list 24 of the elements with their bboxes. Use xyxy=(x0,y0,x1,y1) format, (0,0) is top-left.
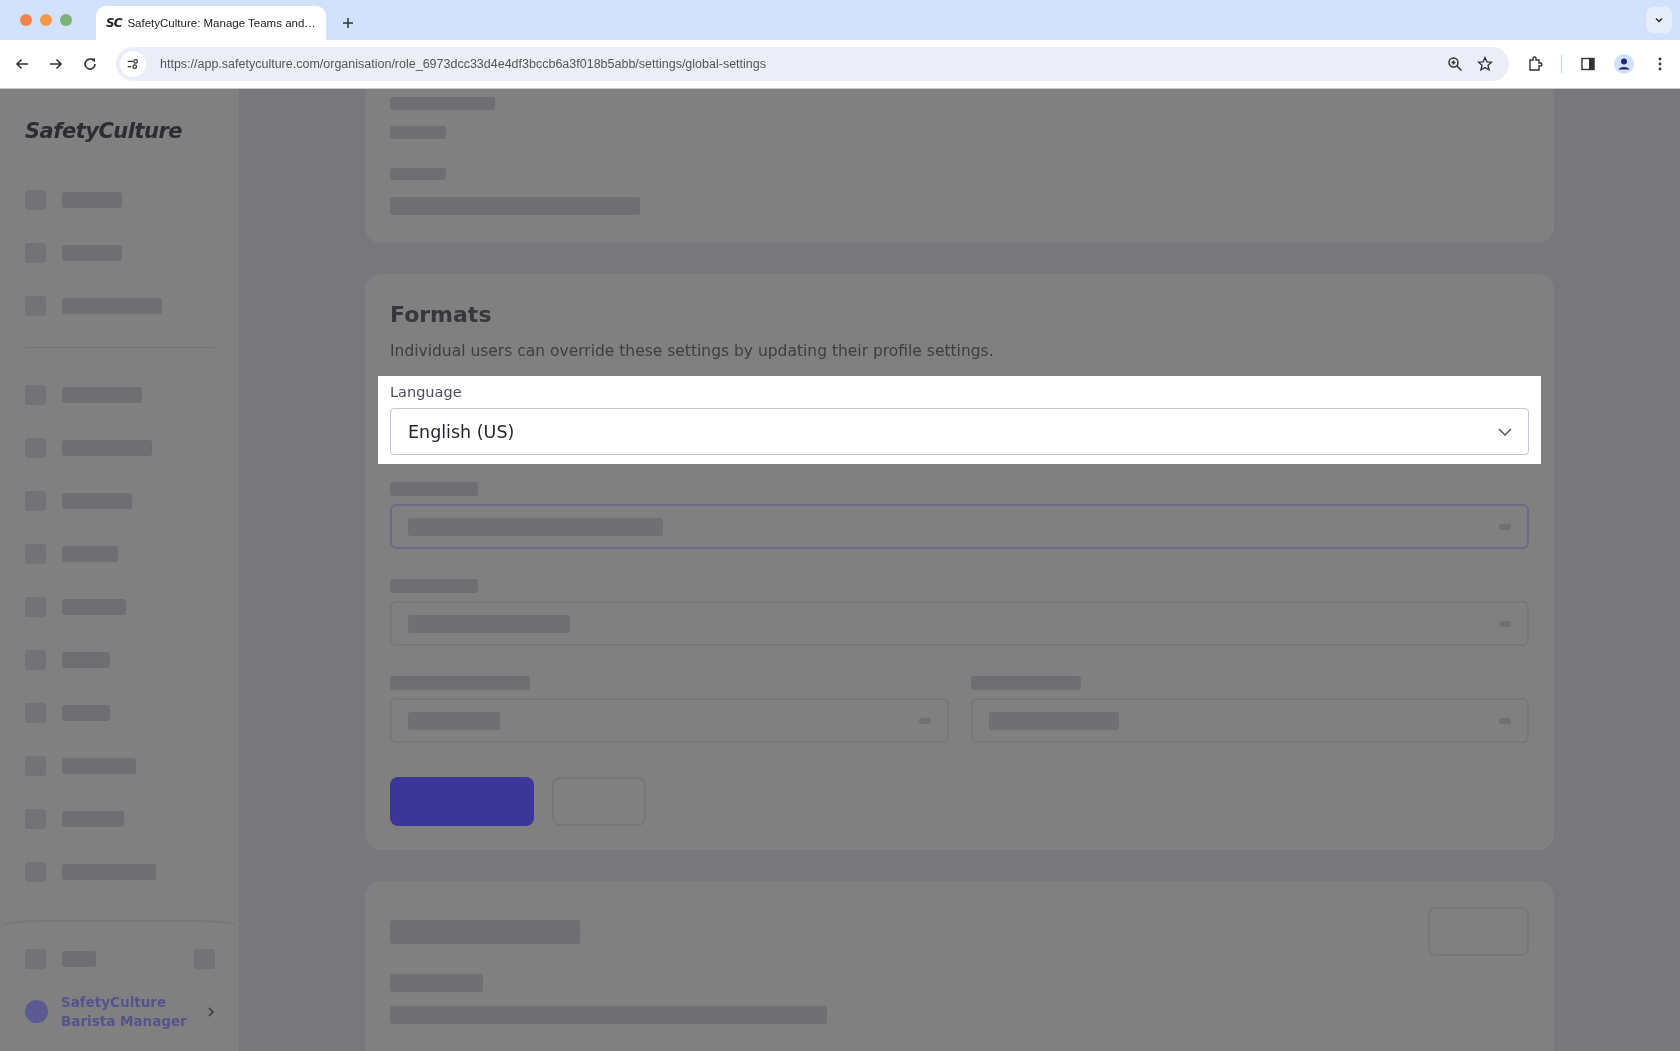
field-label: Language xyxy=(390,384,463,400)
section-description: Individual users can override these settings by updating their profile settings. xyxy=(390,342,994,360)
tab-title: SafetyCulture: Manage Teams and… xyxy=(127,17,316,29)
logo: SafetyCulture xyxy=(25,119,184,143)
side-panel-icon[interactable] xyxy=(1580,56,1596,72)
reload-icon[interactable] xyxy=(82,56,98,72)
address-bar[interactable]: https://app.safetyculture.com/organisation/role_6973dcc33d4e4df3bccb6a3f018b5abb/settings/global-settings xyxy=(116,47,1509,81)
browser-tab[interactable]: SC SafetyCulture: Manage Teams and… xyxy=(96,6,326,40)
site-settings-icon[interactable] xyxy=(120,51,146,77)
new-tab-icon[interactable] xyxy=(342,17,354,29)
chevron-right-icon[interactable] xyxy=(207,1005,215,1018)
avatar-icon xyxy=(25,1000,48,1023)
extensions-icon[interactable] xyxy=(1527,56,1543,72)
section-title: Formats xyxy=(390,302,492,327)
chevron-down-icon xyxy=(1498,427,1512,436)
back-icon[interactable] xyxy=(14,56,30,72)
url-text: https://app.safetyculture.com/organisation/role_6973dcc33d4e4df3bccb6a3f018b5abb/settings/global-settings xyxy=(160,57,766,71)
forward-icon[interactable] xyxy=(48,56,64,72)
zoom-icon[interactable] xyxy=(1447,56,1463,72)
caret-icon xyxy=(1654,15,1664,25)
bookmark-star-icon[interactable] xyxy=(1477,56,1493,72)
favicon: SC xyxy=(106,16,122,30)
profile-avatar-icon[interactable] xyxy=(1614,54,1634,74)
language-dropdown[interactable]: English (US) xyxy=(390,408,1529,455)
